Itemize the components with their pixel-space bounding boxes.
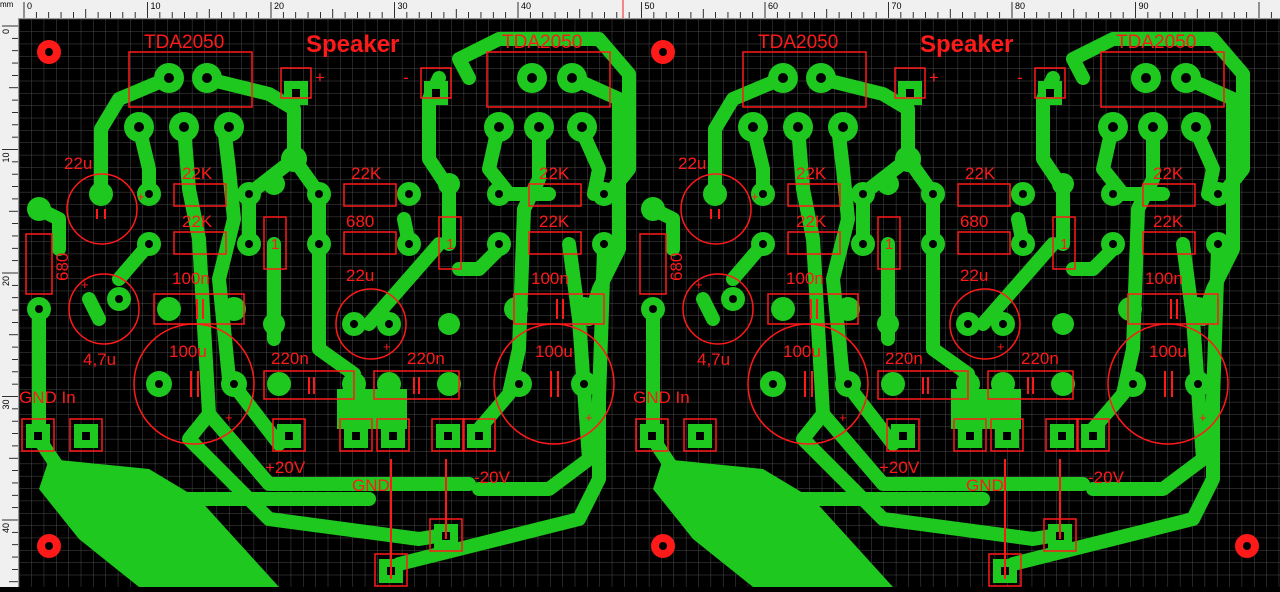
label-v-pos: +20V [265, 458, 306, 477]
h-ruler-label: 50 [645, 1, 655, 11]
label-chip-right: TDA2050 [502, 32, 582, 53]
label-plus-100u-a: + [225, 410, 233, 425]
label-cap-22u-a: 22u [64, 154, 92, 173]
h-ruler-label: 70 [892, 1, 902, 11]
label-plus-47u: + [81, 277, 89, 292]
h-ruler-label: 10 [151, 1, 161, 11]
label-gnd-in-r: GND In [633, 388, 690, 407]
label-cap-100u-a-r: 100u [783, 342, 821, 361]
v-ruler-label: 0 [1, 29, 11, 34]
label-res-22k-c-r: 22K [965, 164, 996, 183]
h-ruler-label: 90 [1139, 1, 1149, 11]
label-chip-left: TDA2050 [144, 32, 224, 53]
label-cap-220n-a-r: 220n [885, 349, 923, 368]
label-plus-100u-a-r: + [839, 410, 847, 425]
label-plus-100u-b-r: + [1199, 410, 1207, 425]
label-gnd-r: GND [966, 476, 1004, 495]
label-plus-22u: + [137, 189, 145, 204]
label-cap-220n-b: 220n [407, 349, 445, 368]
label-res-22k-d: 22K [539, 164, 570, 183]
h-ruler-label: 30 [398, 1, 408, 11]
vertical-ruler[interactable]: 0 10 20 30 40 [0, 18, 19, 587]
h-ruler-label: 40 [521, 1, 531, 11]
label-cap-22u-a-r: 22u [678, 154, 706, 173]
label-plus-22u-r: + [751, 189, 759, 204]
label-res-22k-b: 22K [182, 212, 213, 231]
label-res-680-b-r: 680 [667, 253, 686, 281]
mounting-hole-right-bottom [1235, 534, 1259, 558]
label-cap-100u-b: 100u [535, 342, 573, 361]
label-cap-100u-b-r: 100u [1149, 342, 1187, 361]
label-speaker: Speaker [306, 31, 399, 58]
h-ruler-label: 0 [27, 1, 32, 11]
ruler-unit: mm [0, 0, 18, 18]
v-ruler-label: 10 [1, 153, 11, 163]
label-res-22k-a: 22K [182, 164, 213, 183]
label-cap-220n-b-r: 220n [1021, 349, 1059, 368]
label-res-680-b: 680 [53, 253, 72, 281]
label-cap-22u-b: 22u [346, 266, 374, 285]
label-gnd: GND [352, 476, 390, 495]
label-chip-right-r: TDA2050 [1116, 32, 1196, 53]
label-v-pos-r: +20V [879, 458, 920, 477]
h-ruler-label: 60 [768, 1, 778, 11]
label-plus-47u-r: + [695, 277, 703, 292]
pcb-board[interactable]: TDA2050 Speaker TDA2050 + - 22u 22K 22K … [19, 19, 1280, 587]
label-chip-left-r: TDA2050 [758, 32, 838, 53]
label-cap-100n-a: 100n [172, 269, 210, 288]
label-res-1-a: 1 [271, 236, 279, 253]
label-speaker-minus: - [403, 68, 409, 87]
label-speaker-plus-r: + [929, 68, 939, 87]
label-cap-4-7u-r: 4,7u [697, 350, 730, 369]
label-res-22k-a-r: 22K [796, 164, 827, 183]
label-res-22k-e-r: 22K [1153, 212, 1184, 231]
label-speaker-plus: + [315, 68, 325, 87]
label-v-neg-r: -20V [1088, 468, 1125, 487]
horizontal-ruler[interactable]: 0 10 20 30 40 50 60 70 80 90 [18, 0, 1280, 19]
label-res-22k-c: 22K [351, 164, 382, 183]
label-res-1-a-r: 1 [885, 236, 893, 253]
label-res-680-a-r: 680 [960, 212, 988, 231]
label-cap-100n-b: 100n [531, 269, 569, 288]
label-cap-4-7u: 4,7u [83, 350, 116, 369]
label-gnd-in: GND In [19, 388, 76, 407]
label-plus-22u-b-r: + [997, 339, 1005, 354]
v-ruler-label: 20 [1, 276, 11, 286]
label-cap-100n-b-r: 100n [1145, 269, 1183, 288]
label-cap-100n-a-r: 100n [786, 269, 824, 288]
label-plus-22u-b: + [383, 339, 391, 354]
label-res-22k-d-r: 22K [1153, 164, 1184, 183]
label-speaker-r: Speaker [920, 31, 1013, 58]
label-plus-100u-b: + [585, 410, 593, 425]
label-res-680-a: 680 [346, 212, 374, 231]
label-res-1-b: 1 [446, 236, 454, 253]
label-res-1-b-r: 1 [1060, 236, 1068, 253]
v-ruler-label: 40 [1, 523, 11, 533]
h-ruler-label: 80 [1015, 1, 1025, 11]
label-cap-220n-a: 220n [271, 349, 309, 368]
label-res-22k-e: 22K [539, 212, 570, 231]
v-ruler-label: 30 [1, 400, 11, 410]
label-cap-100u-a: 100u [169, 342, 207, 361]
label-res-22k-b-r: 22K [796, 212, 827, 231]
label-cap-22u-b-r: 22u [960, 266, 988, 285]
label-v-neg: -20V [474, 468, 511, 487]
label-speaker-minus-r: - [1017, 68, 1023, 87]
h-ruler-label: 20 [274, 1, 284, 11]
